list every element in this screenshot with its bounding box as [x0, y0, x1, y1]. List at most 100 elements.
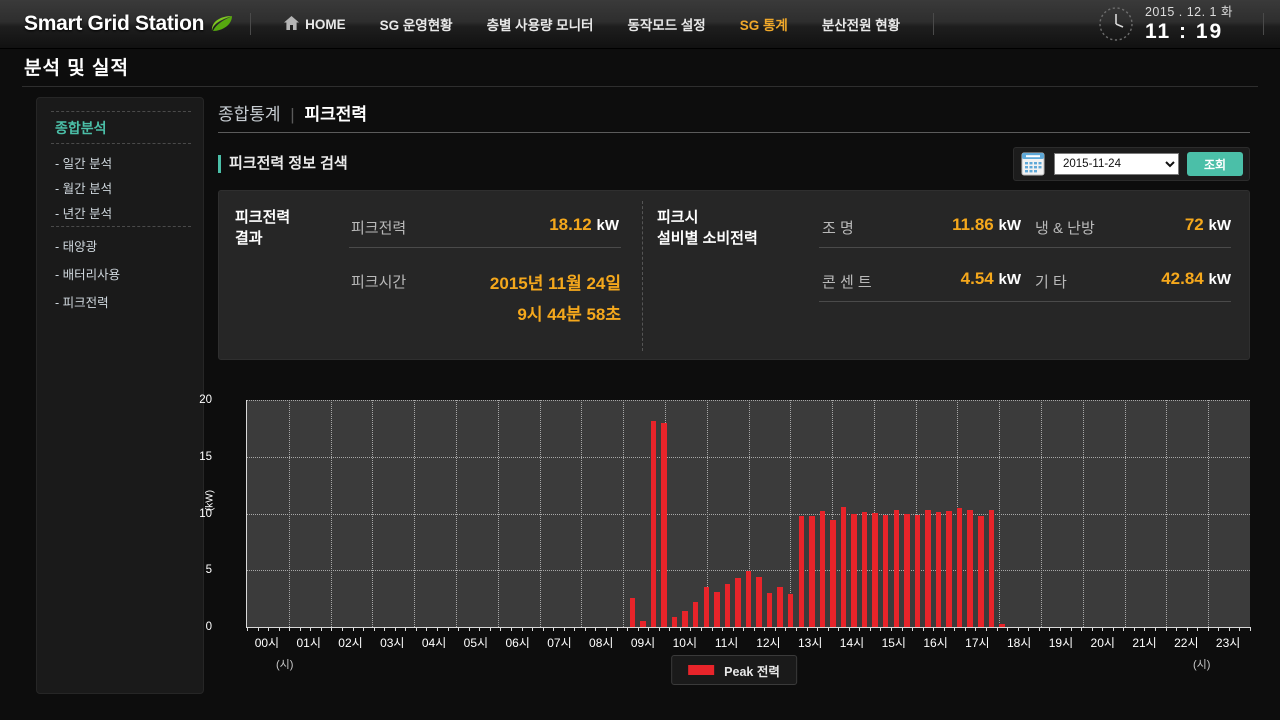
chart-bar: [988, 509, 995, 627]
chart-x-minor-tick: [859, 627, 861, 631]
nav-item-home[interactable]: HOME: [267, 15, 363, 33]
chart-x-minor-tick: [1059, 627, 1061, 631]
chart-gridline-v: [414, 400, 416, 627]
chart-bar: [935, 511, 942, 627]
outlet-unit: kW: [998, 271, 1022, 288]
nav-item-sg-statistics[interactable]: SG 통계: [723, 14, 805, 34]
chart-x-minor-tick: [975, 627, 977, 631]
peak-result-title: 피크전력 결과: [235, 207, 290, 249]
chart-x-minor-tick: [964, 627, 966, 631]
chart-bar: [650, 421, 657, 627]
nav-item-distributed-power[interactable]: 분산전원 현황: [805, 14, 917, 34]
calendar-icon[interactable]: [1020, 152, 1046, 176]
chart-gridline-v: [1082, 400, 1084, 627]
chart-bar: [851, 514, 857, 627]
chart-x-minor-tick: [1123, 627, 1125, 631]
breadcrumb-parent[interactable]: 종합통계: [218, 105, 281, 124]
nav-item-operation-mode[interactable]: 동작모드 설정: [610, 14, 722, 34]
chart-x-minor-tick: [299, 627, 301, 631]
sidebar-heading: 종합분석: [55, 120, 107, 136]
brand-logo[interactable]: Smart Grid Station: [24, 12, 234, 36]
chart-gridline-v: [581, 400, 583, 627]
chart-x-tick: 09시: [630, 636, 656, 650]
peak-equipment-title-line1: 피크시: [657, 209, 699, 226]
clock-date: 2015 . 12. 1 화: [1144, 4, 1233, 19]
clock-widget: 2015 . 12. 1 화 11 : 19: [1097, 5, 1247, 43]
search-section-title: 피크전력 정보 검색: [218, 155, 348, 173]
nav-divider-left: [250, 13, 252, 35]
lighting-unit: kW: [998, 217, 1022, 234]
sidebar-item-daily[interactable]: - 일간 분석: [55, 153, 112, 172]
chart-x-tick: 13시: [797, 636, 823, 650]
chart-x-tick: 16시: [923, 636, 948, 650]
chart-x-minor-tick: [817, 627, 819, 631]
chart-gridline-v: [999, 400, 1001, 627]
chart-x-minor-tick: [880, 627, 882, 631]
peak-power-chart: (kW) (시) (시) Peak 전력 0 5 10 15 20 00시 01시 02시 03…: [199, 382, 1251, 694]
chart-x-minor-tick: [500, 627, 502, 631]
chart-x-minor-tick: [584, 627, 586, 631]
chart-x-minor-tick: [489, 627, 491, 631]
chart-x-minor-tick: [1070, 627, 1072, 631]
chart-x-minor-tick: [458, 627, 460, 631]
sidebar-item-peak-power[interactable]: - 피크전력: [55, 292, 109, 311]
chart-x-minor-tick: [732, 627, 734, 631]
chart-x-tick: 05시: [463, 636, 489, 650]
chart-gridline-v: [288, 400, 290, 627]
peak-result-title-line1: 피크전력: [235, 209, 291, 226]
chart-x-minor-tick: [1028, 627, 1030, 631]
sidebar-item-solar[interactable]: - 태양광: [55, 236, 97, 255]
chart-x-minor-tick: [1017, 627, 1019, 631]
chart-x-minor-tick: [764, 627, 766, 631]
chart-x-minor-tick: [247, 627, 248, 631]
leaf-icon: [210, 15, 234, 33]
sidebar-item-yearly[interactable]: - 년간 분석: [55, 203, 112, 222]
chart-x-minor-tick: [1133, 627, 1135, 631]
chart-bar: [904, 513, 910, 627]
sidebar-divider-top: [51, 111, 191, 112]
brand-text: Smart Grid Station: [24, 12, 205, 35]
chart-x-minor-tick: [774, 627, 776, 631]
chart-x-minor-tick: [1165, 627, 1167, 631]
chart-x-tick: 10시: [672, 636, 698, 650]
query-button[interactable]: 조회: [1187, 152, 1243, 176]
chart-x-minor-tick: [690, 627, 692, 631]
chart-x-minor-tick: [1049, 627, 1051, 631]
chart-bar: [724, 584, 731, 627]
chart-x-minor-tick: [806, 627, 808, 631]
etc-unit: kW: [1208, 271, 1232, 288]
nav-item-sg-statistics-label: SG 통계: [739, 18, 788, 33]
chart-x-minor-tick: [1250, 627, 1251, 631]
chart-bar: [703, 586, 709, 627]
chart-x-tick: 21시: [1132, 636, 1157, 650]
hvac-number: 72: [1184, 215, 1204, 234]
chart-x-minor-tick: [479, 627, 481, 631]
chart-x-minor-tick: [648, 627, 650, 631]
chart-x-minor-tick: [563, 627, 565, 631]
sidebar-item-battery[interactable]: - 배터리사용: [55, 264, 120, 283]
nav-item-sg-operation[interactable]: SG 운영현황: [363, 14, 470, 34]
hvac-label: 냉 & 난방: [1035, 220, 1095, 237]
chart-x-tick: 11시: [714, 636, 739, 650]
chart-bar: [756, 576, 762, 627]
chart-bar: [640, 620, 646, 627]
chart-y-tick: 20: [199, 394, 212, 406]
date-select[interactable]: 2015-11-24: [1054, 153, 1179, 175]
chart-x-tick: 01시: [296, 636, 321, 650]
chart-x-minor-tick: [426, 627, 428, 631]
chart-x-minor-tick: [289, 627, 291, 631]
chart-x-tick: 08시: [589, 636, 614, 650]
nav-item-floor-usage-monitor[interactable]: 층별 사용량 모니터: [470, 14, 611, 34]
chart-x-tick: 15시: [881, 636, 906, 650]
chart-x-minor-tick: [268, 627, 270, 631]
peak-time-label: 피크시간: [351, 274, 407, 291]
peak-power-value: 18.12 kW: [469, 215, 619, 235]
chart-x-minor-tick: [1218, 627, 1220, 631]
chart-x-minor-tick: [1154, 627, 1156, 631]
chart-x-minor-tick: [1144, 627, 1146, 631]
sidebar-item-monthly[interactable]: - 월간 분석: [55, 178, 112, 197]
chart-x-minor-tick: [753, 627, 755, 631]
chart-bar: [883, 515, 889, 627]
equipment-row-divider-2: [819, 301, 1231, 302]
chart-x-minor-tick: [405, 627, 407, 631]
